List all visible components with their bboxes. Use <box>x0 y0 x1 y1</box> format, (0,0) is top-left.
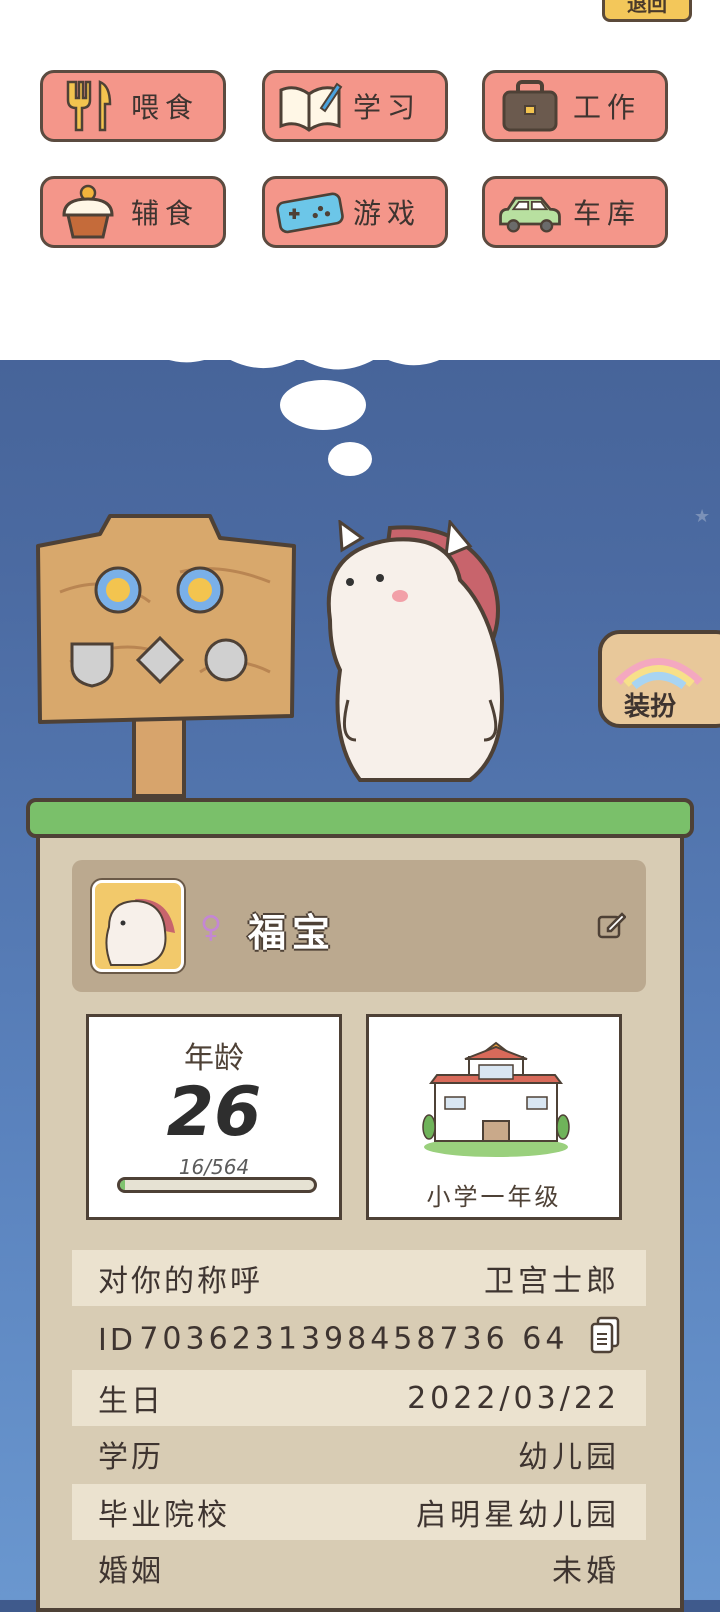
info-row-marriage: 婚姻 未婚 <box>72 1540 646 1596</box>
garage-label: 车库 <box>573 197 642 230</box>
locked-shield-badge <box>70 642 114 688</box>
book-icon <box>275 76 345 136</box>
age-label: 年龄 <box>184 1041 244 1076</box>
age-progress-bar <box>117 1177 317 1193</box>
school-grade-label: 小学一年级 <box>426 1183 562 1211</box>
info-value: 幼儿园 <box>518 1440 620 1475</box>
age-progress-text: 16/564 <box>178 1155 250 1179</box>
info-value: 卫宫士郎 <box>484 1264 620 1299</box>
briefcase-icon <box>495 76 565 136</box>
info-value: 未婚 <box>552 1554 620 1589</box>
study-label: 学习 <box>353 91 422 124</box>
fork-knife-icon <box>53 76 123 136</box>
age-card: 年龄 26 16/564 <box>86 1014 342 1220</box>
pet-name: 福宝 <box>248 911 337 955</box>
game-button[interactable]: 游戏 <box>262 176 448 248</box>
female-gender-icon: ♀ <box>200 910 222 945</box>
exit-button[interactable]: 退回 <box>602 0 692 22</box>
info-row-education: 学历 幼儿园 <box>72 1426 646 1482</box>
info-label: 毕业院校 <box>98 1498 230 1533</box>
profile-card: ♀ 福宝 <box>72 860 646 992</box>
badge-sign[interactable] <box>30 512 306 802</box>
info-label: 生日 <box>98 1384 164 1419</box>
snack-label: 辅食 <box>131 197 200 230</box>
work-button[interactable]: 工作 <box>482 70 668 142</box>
age-value: 26 <box>166 1073 262 1152</box>
star-decoration: ★ <box>694 506 711 527</box>
info-value: 2022/03/22 <box>407 1380 620 1416</box>
medal-badge <box>176 566 224 614</box>
copy-icon[interactable] <box>590 1316 620 1364</box>
school-card[interactable]: 小学一年级 <box>366 1014 622 1220</box>
feed-button[interactable]: 喂食 <box>40 70 226 142</box>
gamepad-icon <box>275 182 345 242</box>
study-button[interactable]: 学习 <box>262 70 448 142</box>
school-building-icon <box>422 1041 570 1157</box>
rainbow-icon <box>615 658 703 690</box>
info-row-school: 毕业院校 启明星幼儿园 <box>72 1484 646 1540</box>
snack-button[interactable]: 辅食 <box>40 176 226 248</box>
game-label: 游戏 <box>353 197 422 230</box>
info-label: 学历 <box>98 1440 164 1475</box>
work-label: 工作 <box>573 91 642 124</box>
thought-bubble-large <box>280 380 366 430</box>
hedgehog-character[interactable] <box>320 520 520 810</box>
info-row-id: ID 7036231398458736 64 <box>72 1312 646 1368</box>
thought-bubble-small <box>328 442 372 476</box>
info-label: 婚姻 <box>98 1554 164 1589</box>
dress-up-label: 装扮 <box>624 692 677 722</box>
info-row-birthday: 生日 2022/03/22 <box>72 1370 646 1426</box>
info-value: 启明星幼儿园 <box>416 1498 620 1533</box>
info-value: 7036231398458736 64 <box>139 1321 569 1357</box>
cupcake-icon <box>53 182 123 242</box>
car-icon <box>495 182 565 242</box>
cloud-edge <box>0 300 720 370</box>
edit-icon[interactable] <box>596 910 627 944</box>
dress-up-button[interactable]: 装扮 <box>598 630 720 728</box>
info-label: ID <box>98 1322 136 1358</box>
grass-ledge <box>26 798 694 838</box>
locked-star-badge <box>204 638 248 682</box>
info-row-nickname: 对你的称呼 卫宫士郎 <box>72 1250 646 1306</box>
medal-badge <box>94 566 142 614</box>
feed-label: 喂食 <box>131 91 200 124</box>
info-label: 对你的称呼 <box>98 1264 263 1299</box>
avatar[interactable] <box>92 880 184 972</box>
age-progress-fill <box>120 1180 126 1190</box>
garage-button[interactable]: 车库 <box>482 176 668 248</box>
